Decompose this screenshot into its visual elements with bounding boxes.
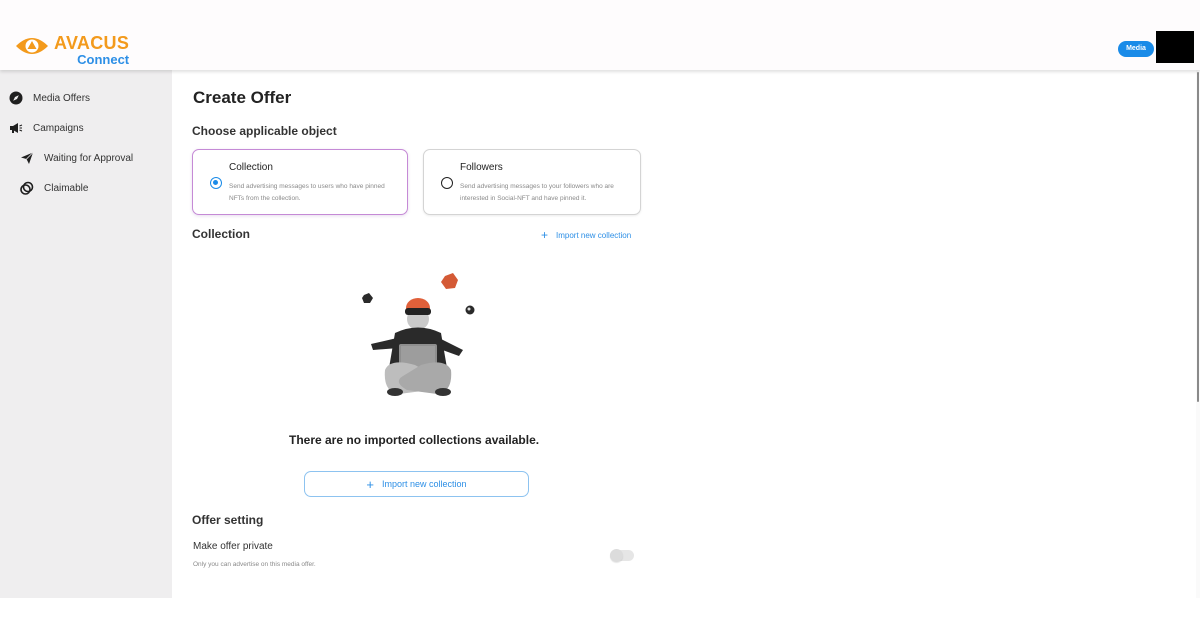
coins-icon xyxy=(20,181,34,195)
page-title: Create Offer xyxy=(193,88,292,107)
option-title: Followers xyxy=(460,162,503,173)
megaphone-icon xyxy=(10,123,23,133)
plus-icon: + xyxy=(366,476,375,492)
sidebar-item-label: Claimable xyxy=(44,182,89,194)
private-offer-toggle[interactable] xyxy=(610,549,634,562)
collection-radio[interactable] xyxy=(210,177,222,189)
sidebar: Media Offers Campaigns Waiting for Appro… xyxy=(0,70,172,598)
empty-state-illustration xyxy=(362,273,475,396)
private-offer-description: Only you can advertise on this media off… xyxy=(193,561,316,568)
option-title: Collection xyxy=(229,162,273,173)
choose-object-heading: Choose applicable object xyxy=(192,124,337,138)
collection-heading: Collection xyxy=(192,227,251,241)
logo-sub-text: Connect xyxy=(77,52,130,67)
option-description: Send advertising messages to users who h… xyxy=(229,183,385,202)
top-header: AVACUS Connect Media xyxy=(0,0,1200,70)
app-logo[interactable]: AVACUS Connect xyxy=(14,30,129,66)
logo-brand-text: AVACUS xyxy=(54,33,130,53)
sidebar-item-label: Waiting for Approval xyxy=(44,152,134,164)
import-link-label: Import new collection xyxy=(556,230,632,240)
import-button-label: Import new collection xyxy=(382,479,467,489)
avacus-logo-icon xyxy=(16,38,48,54)
sidebar-item-label: Campaigns xyxy=(33,122,84,134)
offer-setting-heading: Offer setting xyxy=(192,513,264,527)
scrollbar-thumb[interactable] xyxy=(1197,72,1199,402)
sidebar-item-media-offers[interactable]: Media Offers xyxy=(9,91,90,105)
avatar[interactable] xyxy=(1156,31,1194,63)
sidebar-item-claimable[interactable]: Claimable xyxy=(20,181,88,195)
option-card-collection[interactable]: Collection Send advertising messages to … xyxy=(192,149,408,215)
import-collection-link[interactable]: + Import new collection xyxy=(541,229,631,241)
paper-plane-icon xyxy=(21,152,34,164)
private-offer-label: Make offer private xyxy=(193,541,273,552)
media-role-badge[interactable]: Media xyxy=(1118,41,1154,57)
empty-state-message: There are no imported collections availa… xyxy=(289,433,540,447)
option-card-followers[interactable]: Followers Send advertising messages to y… xyxy=(423,149,641,215)
option-description: Send advertising messages to your follow… xyxy=(460,183,614,202)
compass-icon xyxy=(9,91,23,105)
sidebar-item-label: Media Offers xyxy=(33,92,91,104)
import-collection-button[interactable]: + Import new collection xyxy=(304,471,529,497)
floating-cube-icon xyxy=(362,293,373,303)
sidebar-item-waiting-for-approval[interactable]: Waiting for Approval xyxy=(20,151,133,165)
floating-cube-icon xyxy=(441,273,458,289)
plus-icon: + xyxy=(541,228,549,242)
followers-radio[interactable] xyxy=(441,177,453,189)
sidebar-item-campaigns[interactable]: Campaigns xyxy=(9,121,84,135)
